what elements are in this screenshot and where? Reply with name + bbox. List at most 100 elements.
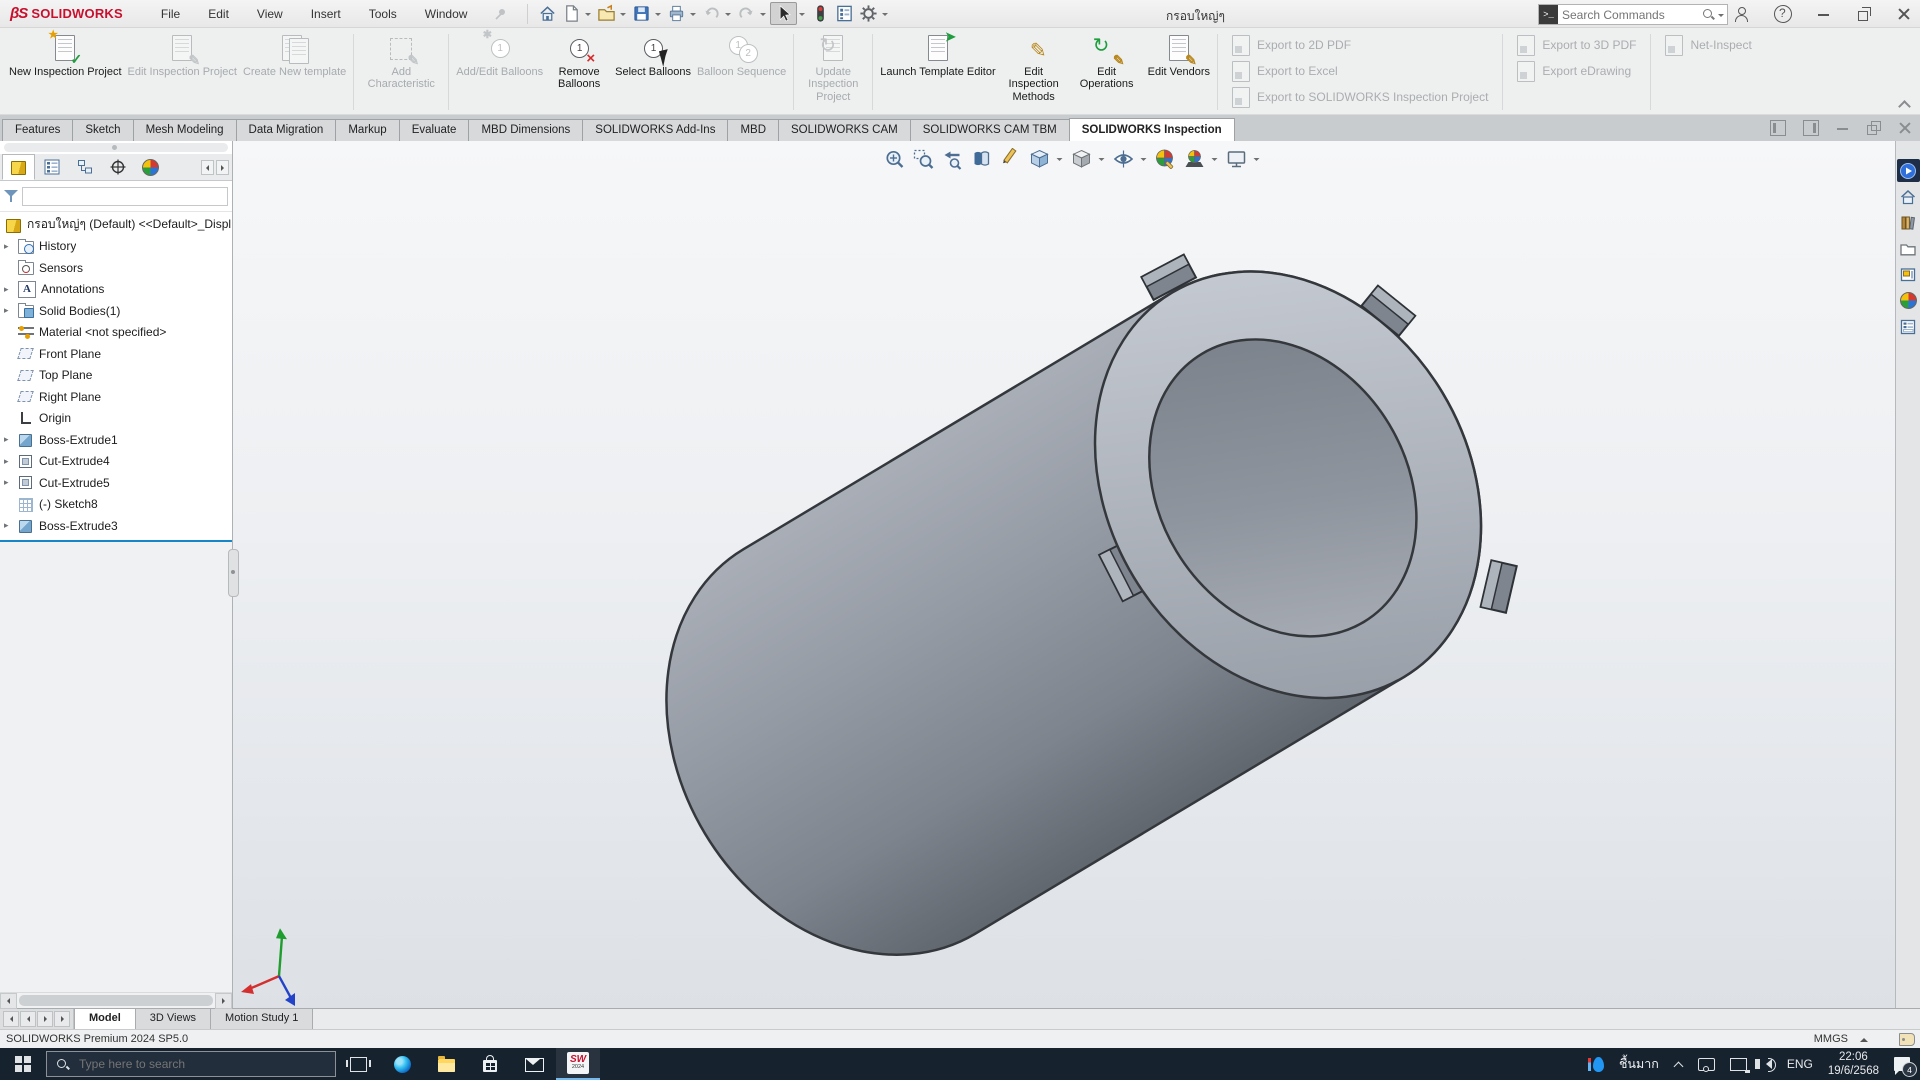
create-new-template-button[interactable]: Create New template xyxy=(240,30,349,114)
document-close-icon[interactable] xyxy=(1898,121,1912,135)
speaker-icon[interactable] xyxy=(1766,1059,1772,1069)
open-document-icon[interactable] xyxy=(595,2,618,25)
update-inspection-project-button[interactable]: ↻ Update Inspection Project xyxy=(798,30,868,114)
network-icon[interactable] xyxy=(1730,1058,1747,1071)
clock[interactable]: 22:06 19/6/2568 xyxy=(1828,1050,1879,1079)
tree-item-top-plane[interactable]: Top Plane xyxy=(0,365,232,387)
tree-item-solid-bodies[interactable]: Solid Bodies(1) xyxy=(0,300,232,322)
tree-item-boss-extrude1[interactable]: Boss-Extrude1 xyxy=(0,429,232,451)
settings-dropdown[interactable] xyxy=(882,13,888,19)
tree-item-sketch8[interactable]: (-) Sketch8 xyxy=(0,494,232,516)
start-button[interactable] xyxy=(0,1048,46,1080)
weather-label[interactable]: ชื้นมาก xyxy=(1619,1054,1659,1074)
export-to-2d-pdf-button[interactable]: Export to 2D PDF xyxy=(1222,32,1498,58)
edit-operations-button[interactable]: ↻✎ Edit Operations xyxy=(1069,30,1145,114)
taskbar-search-input[interactable] xyxy=(77,1056,326,1072)
language-indicator[interactable]: ENG xyxy=(1787,1057,1813,1071)
minimize-button[interactable] xyxy=(1816,6,1832,22)
close-button[interactable] xyxy=(1896,6,1912,22)
tab-solidworks-cam-tbm[interactable]: SOLIDWORKS CAM TBM xyxy=(910,119,1070,141)
add-characteristic-button[interactable]: ✎ Add Characteristic xyxy=(358,30,444,114)
view-settings-dropdown[interactable] xyxy=(1254,158,1260,164)
hide-show-dropdown[interactable] xyxy=(1141,158,1147,164)
add-edit-balloons-button[interactable]: ✱ Add/Edit Balloons xyxy=(453,30,546,114)
undo-dropdown[interactable] xyxy=(725,13,731,19)
view-orientation-icon[interactable] xyxy=(1027,146,1053,172)
export-to-3d-pdf-button[interactable]: Export to 3D PDF xyxy=(1507,32,1646,58)
new-document-icon[interactable] xyxy=(560,2,583,25)
redo-icon[interactable] xyxy=(735,2,758,25)
launch-template-editor-button[interactable]: ➤ Launch Template Editor xyxy=(877,30,998,114)
home-icon[interactable] xyxy=(536,2,559,25)
display-style-dropdown[interactable] xyxy=(1099,158,1105,164)
edge-button[interactable] xyxy=(380,1048,424,1080)
save-icon[interactable] xyxy=(630,2,653,25)
property-manager-tab[interactable] xyxy=(35,154,68,180)
panel-splitter-handle[interactable] xyxy=(228,549,239,597)
menu-window[interactable]: Window xyxy=(413,2,480,26)
scrollbar-thumb[interactable] xyxy=(19,995,213,1006)
edit-inspection-methods-button[interactable]: ✎ Edit Inspection Methods xyxy=(999,30,1069,114)
select-dropdown[interactable] xyxy=(799,13,805,19)
tree-item-origin[interactable]: Origin xyxy=(0,408,232,430)
pin-menu-icon[interactable] xyxy=(493,7,507,21)
view-palette-icon[interactable] xyxy=(1897,263,1920,286)
tab-model[interactable]: Model xyxy=(74,1009,136,1029)
print-dropdown[interactable] xyxy=(690,13,696,19)
store-button[interactable] xyxy=(468,1048,512,1080)
expand-arrow-icon[interactable] xyxy=(4,306,13,315)
tree-item-history[interactable]: History xyxy=(0,236,232,258)
menu-view[interactable]: View xyxy=(245,2,295,26)
graphics-viewport[interactable] xyxy=(233,141,1895,1008)
tree-item-front-plane[interactable]: Front Plane xyxy=(0,343,232,365)
edit-vendors-button[interactable]: ✎ Edit Vendors xyxy=(1145,30,1213,114)
section-view-icon[interactable] xyxy=(969,146,995,172)
command-search[interactable] xyxy=(1538,4,1728,25)
scroll-tabs-left-icon[interactable] xyxy=(201,160,214,175)
solidworks-taskbar-button[interactable]: SW2024 xyxy=(556,1048,600,1080)
last-tab-icon[interactable] xyxy=(54,1011,70,1027)
tab-data-migration[interactable]: Data Migration xyxy=(236,119,337,141)
expand-arrow-icon[interactable] xyxy=(4,521,13,530)
panel-scrollbar[interactable] xyxy=(4,143,228,152)
expand-arrow-icon[interactable] xyxy=(4,242,13,251)
expand-arrow-icon[interactable] xyxy=(4,285,13,294)
save-dropdown[interactable] xyxy=(655,13,661,19)
tab-solidworks-add-ins[interactable]: SOLIDWORKS Add-Ins xyxy=(582,119,728,141)
search-dropdown[interactable] xyxy=(1718,14,1724,20)
hide-show-items-icon[interactable] xyxy=(1111,146,1137,172)
net-inspect-button[interactable]: Net-Inspect xyxy=(1655,32,1761,58)
tab-mbd[interactable]: MBD xyxy=(727,119,779,141)
select-cursor-icon[interactable] xyxy=(770,2,797,25)
options-list-icon[interactable] xyxy=(833,2,856,25)
pane-right-icon[interactable] xyxy=(1803,120,1819,136)
prev-tab-icon[interactable] xyxy=(20,1011,36,1027)
view-orientation-dropdown[interactable] xyxy=(1057,158,1063,164)
tab-evaluate[interactable]: Evaluate xyxy=(399,119,470,141)
collapse-ribbon-icon[interactable] xyxy=(1900,102,1910,108)
tree-item-cut-extrude4[interactable]: Cut-Extrude4 xyxy=(0,451,232,473)
tree-item-sensors[interactable]: Sensors xyxy=(0,257,232,279)
configuration-manager-tab[interactable] xyxy=(68,154,101,180)
expand-arrow-icon[interactable] xyxy=(4,478,13,487)
restore-button[interactable] xyxy=(1856,6,1872,22)
undo-icon[interactable] xyxy=(700,2,723,25)
menu-insert[interactable]: Insert xyxy=(299,2,353,26)
menu-tools[interactable]: Tools xyxy=(357,2,409,26)
new-inspection-project-button[interactable]: ★✓ New Inspection Project xyxy=(6,30,125,114)
expand-arrow-icon[interactable] xyxy=(4,435,13,444)
tab-mbd-dimensions[interactable]: MBD Dimensions xyxy=(468,119,583,141)
pane-left-icon[interactable] xyxy=(1770,120,1786,136)
task-view-button[interactable] xyxy=(336,1048,380,1080)
new-document-dropdown[interactable] xyxy=(585,13,591,19)
tree-item-cut-extrude5[interactable]: Cut-Extrude5 xyxy=(0,472,232,494)
user-account-icon[interactable] xyxy=(1734,6,1750,22)
redo-dropdown[interactable] xyxy=(760,13,766,19)
file-explorer-button[interactable] xyxy=(424,1048,468,1080)
display-style-icon[interactable] xyxy=(1069,146,1095,172)
mail-button[interactable] xyxy=(512,1048,556,1080)
tree-item-right-plane[interactable]: Right Plane xyxy=(0,386,232,408)
balloon-sequence-button[interactable]: Balloon Sequence xyxy=(694,30,789,114)
custom-properties-icon[interactable] xyxy=(1897,315,1920,338)
scroll-tabs-right-icon[interactable] xyxy=(216,160,229,175)
